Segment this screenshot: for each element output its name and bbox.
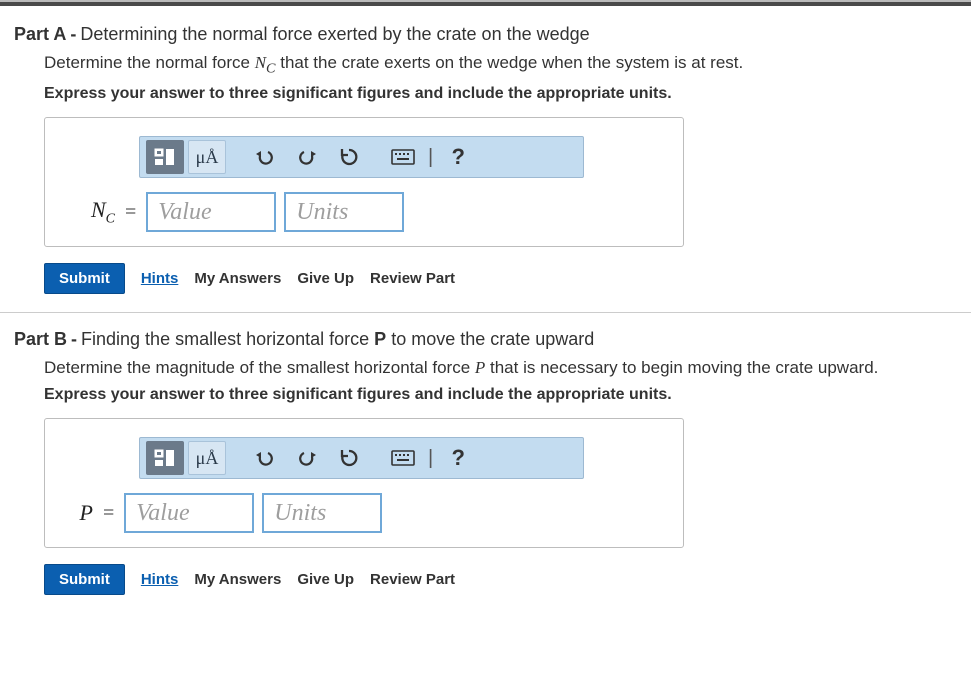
part-a-desc-suffix: that the crate exerts on the wedge when … <box>276 53 744 72</box>
hints-link[interactable]: Hints <box>141 571 179 588</box>
submit-button[interactable]: Submit <box>44 263 125 294</box>
var-letter: P <box>80 500 93 525</box>
help-label: ? <box>451 144 464 170</box>
reset-button[interactable] <box>330 140 368 174</box>
part-a-answer-block: μÅ | ? <box>44 117 684 247</box>
dash: - <box>66 24 80 44</box>
give-up-link[interactable]: Give Up <box>297 270 354 287</box>
part-b-description: Determine the magnitude of the smallest … <box>44 358 957 378</box>
part-b-container: Part B-Finding the smallest horizontal f… <box>0 329 971 595</box>
part-a-var-label: NC <box>59 197 115 227</box>
var-sub: C <box>106 212 115 227</box>
part-b-title-text: Finding the smallest horizontal force P … <box>81 329 594 349</box>
help-label: ? <box>451 445 464 471</box>
units-input[interactable]: Units <box>262 493 382 533</box>
part-a-label: Part A <box>14 24 66 44</box>
dash: - <box>67 329 81 349</box>
help-button[interactable]: ? <box>439 140 477 174</box>
value-input[interactable]: Value <box>124 493 254 533</box>
part-a-input-row: NC = Value Units <box>59 192 669 232</box>
answer-toolbar: μÅ | ? <box>139 437 584 479</box>
part-b-label: Part B <box>14 329 67 349</box>
review-part-link[interactable]: Review Part <box>370 270 455 287</box>
window-top-rule <box>0 0 971 6</box>
equals-sign: = <box>101 502 116 525</box>
answer-toolbar: μÅ | ? <box>139 136 584 178</box>
part-b-actions: Submit Hints My Answers Give Up Review P… <box>44 564 957 595</box>
part-b-var-label: P <box>59 500 93 526</box>
toolbar-separator: | <box>426 447 435 470</box>
part-b-header: Part B-Finding the smallest horizontal f… <box>14 329 957 350</box>
review-part-link[interactable]: Review Part <box>370 571 455 588</box>
section-separator <box>0 312 971 313</box>
variable-p: P <box>475 358 485 377</box>
part-b-answer-block: μÅ | ? <box>44 418 684 548</box>
give-up-link[interactable]: Give Up <box>297 571 354 588</box>
var-letter: N <box>255 53 266 72</box>
part-a-instruction: Express your answer to three significant… <box>44 85 957 103</box>
part-a-desc-prefix: Determine the normal force <box>44 53 255 72</box>
var-sub: C <box>266 60 275 76</box>
my-answers-link[interactable]: My Answers <box>194 270 281 287</box>
special-chars-button[interactable]: μÅ <box>188 441 226 475</box>
submit-button[interactable]: Submit <box>44 564 125 595</box>
value-input[interactable]: Value <box>146 192 276 232</box>
part-a-container: Part A-Determining the normal force exer… <box>0 24 971 294</box>
var-letter: P <box>475 358 485 377</box>
my-answers-link[interactable]: My Answers <box>194 571 281 588</box>
keyboard-button[interactable] <box>384 441 422 475</box>
part-a-actions: Submit Hints My Answers Give Up Review P… <box>44 263 957 294</box>
undo-button[interactable] <box>246 441 284 475</box>
reset-button[interactable] <box>330 441 368 475</box>
equals-sign: = <box>123 201 138 224</box>
hints-link[interactable]: Hints <box>141 270 179 287</box>
variable-nc: NC <box>255 53 276 72</box>
templates-icon[interactable] <box>146 441 184 475</box>
units-input[interactable]: Units <box>284 192 404 232</box>
part-a-description: Determine the normal force NC that the c… <box>44 53 957 77</box>
keyboard-button[interactable] <box>384 140 422 174</box>
part-b-instruction: Express your answer to three significant… <box>44 386 957 404</box>
toolbar-separator: | <box>426 146 435 169</box>
part-b-desc-prefix: Determine the magnitude of the smallest … <box>44 358 475 377</box>
part-b-desc-suffix: that is necessary to begin moving the cr… <box>485 358 878 377</box>
var-letter: N <box>91 197 106 222</box>
redo-button[interactable] <box>288 140 326 174</box>
help-button[interactable]: ? <box>439 441 477 475</box>
special-chars-label: μÅ <box>196 448 219 469</box>
part-a-title: Determining the normal force exerted by … <box>80 24 589 44</box>
templates-icon[interactable] <box>146 140 184 174</box>
part-b-input-row: P = Value Units <box>59 493 669 533</box>
special-chars-label: μÅ <box>196 147 219 168</box>
undo-button[interactable] <box>246 140 284 174</box>
redo-button[interactable] <box>288 441 326 475</box>
part-a-header: Part A-Determining the normal force exer… <box>14 24 957 45</box>
special-chars-button[interactable]: μÅ <box>188 140 226 174</box>
